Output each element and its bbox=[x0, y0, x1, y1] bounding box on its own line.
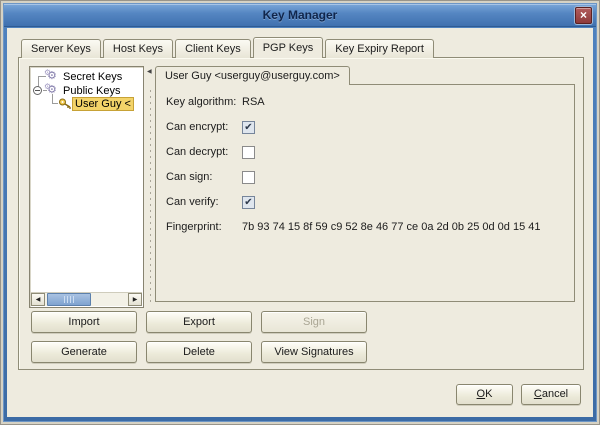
field-key-algorithm: Key algorithm: RSA bbox=[166, 95, 566, 109]
tab-pgp-keys[interactable]: PGP Keys bbox=[253, 37, 324, 58]
splitter-handle[interactable]: ◀ bbox=[147, 66, 154, 308]
tree-item-label: Secret Keys bbox=[61, 71, 124, 83]
field-label: Can verify: bbox=[166, 196, 242, 208]
tree-expander-icon[interactable] bbox=[33, 86, 42, 95]
ok-accel: O bbox=[477, 388, 486, 400]
titlebar[interactable]: Key Manager × bbox=[4, 4, 596, 27]
dialog-content: Server Keys Host Keys Client Keys PGP Ke… bbox=[7, 28, 593, 417]
can-encrypt-checkbox[interactable]: ✔ bbox=[242, 121, 255, 134]
tab-key-expiry-report[interactable]: Key Expiry Report bbox=[325, 39, 434, 58]
cancel-rest: ancel bbox=[542, 388, 568, 400]
tab-host-keys[interactable]: Host Keys bbox=[103, 39, 173, 58]
key-tree[interactable]: ⚙ Secret Keys ⚙ Public Keys User Guy < bbox=[29, 66, 144, 308]
scroll-right-button[interactable]: ▶ bbox=[128, 293, 142, 306]
scroll-left-icon: ◀ bbox=[36, 297, 41, 303]
ok-rest: K bbox=[485, 388, 492, 400]
tab-client-keys[interactable]: Client Keys bbox=[175, 39, 251, 58]
field-label: Can decrypt: bbox=[166, 146, 242, 158]
scroll-track[interactable] bbox=[45, 293, 128, 306]
tree-item-label: Public Keys bbox=[61, 85, 122, 97]
tree-horizontal-scrollbar[interactable]: ◀ ▶ bbox=[31, 292, 142, 306]
scroll-right-icon: ▶ bbox=[133, 297, 138, 303]
field-can-encrypt: Can encrypt: ✔ bbox=[166, 120, 566, 134]
view-signatures-button[interactable]: View Signatures bbox=[261, 341, 367, 363]
tabbar: Server Keys Host Keys Client Keys PGP Ke… bbox=[21, 37, 436, 58]
key-algorithm-value: RSA bbox=[242, 96, 265, 108]
field-label: Fingerprint: bbox=[166, 221, 242, 233]
tree-connector bbox=[52, 103, 58, 104]
field-fingerprint: Fingerprint: 7b 93 74 15 8f 59 c9 52 8e … bbox=[166, 220, 566, 234]
can-verify-checkbox[interactable]: ✔ bbox=[242, 196, 255, 209]
key-icon bbox=[59, 98, 72, 109]
tree-item-label-selected: User Guy < bbox=[73, 98, 133, 110]
import-button[interactable]: Import bbox=[31, 311, 137, 333]
generate-button[interactable]: Generate bbox=[31, 341, 137, 363]
tree-item-user-guy[interactable]: User Guy < bbox=[59, 97, 133, 110]
fingerprint-value: 7b 93 74 15 8f 59 c9 52 8e 46 77 ce 0a 2… bbox=[242, 221, 540, 233]
delete-button[interactable]: Delete bbox=[146, 341, 252, 363]
tab-server-keys[interactable]: Server Keys bbox=[21, 39, 101, 58]
cancel-accel: C bbox=[534, 388, 542, 400]
can-decrypt-checkbox[interactable] bbox=[242, 146, 255, 159]
can-sign-checkbox[interactable] bbox=[242, 171, 255, 184]
splitter-collapse-icon: ◀ bbox=[147, 68, 152, 76]
key-manager-window: Key Manager × Server Keys Host Keys Clie… bbox=[0, 0, 600, 425]
field-can-decrypt: Can decrypt: bbox=[166, 145, 566, 159]
close-icon: × bbox=[580, 8, 587, 22]
field-label: Key algorithm: bbox=[166, 96, 242, 108]
window-frame: Key Manager × Server Keys Host Keys Clie… bbox=[3, 3, 597, 422]
field-label: Can sign: bbox=[166, 171, 242, 183]
window-title: Key Manager bbox=[4, 4, 596, 27]
scroll-thumb[interactable] bbox=[47, 293, 91, 306]
selected-key-header-tab[interactable]: User Guy <userguy@userguy.com> bbox=[155, 66, 350, 85]
field-can-sign: Can sign: bbox=[166, 170, 566, 184]
cancel-button[interactable]: Cancel bbox=[521, 384, 581, 405]
close-button[interactable]: × bbox=[575, 7, 592, 24]
tree-item-secret-keys[interactable]: ⚙ Secret Keys bbox=[47, 70, 124, 83]
scroll-thumb-grip bbox=[64, 296, 75, 303]
scroll-left-button[interactable]: ◀ bbox=[31, 293, 45, 306]
field-label: Can encrypt: bbox=[166, 121, 242, 133]
gears-icon: ⚙ bbox=[47, 85, 61, 96]
tree-item-public-keys[interactable]: ⚙ Public Keys bbox=[47, 84, 122, 97]
export-button[interactable]: Export bbox=[146, 311, 252, 333]
field-can-verify: Can verify: ✔ bbox=[166, 195, 566, 209]
ok-button[interactable]: OK bbox=[456, 384, 513, 405]
key-detail-panel: Key algorithm: RSA Can encrypt: ✔ Can de… bbox=[155, 84, 575, 302]
sign-button[interactable]: Sign bbox=[261, 311, 367, 333]
